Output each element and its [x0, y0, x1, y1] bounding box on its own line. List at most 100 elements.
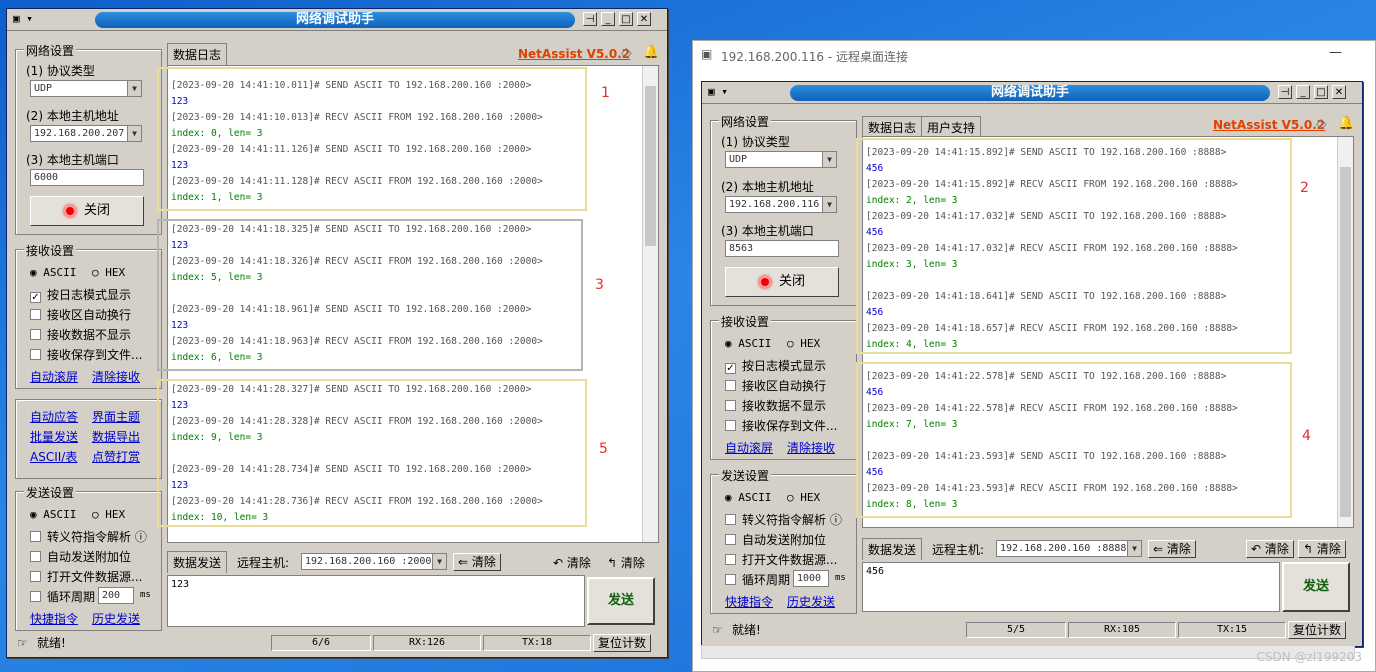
- history-send-link[interactable]: 历史发送: [92, 610, 140, 627]
- cycle-input[interactable]: 200: [98, 587, 134, 604]
- recv-log-mode-checkbox[interactable]: ✓ 按日志模式显示: [725, 357, 826, 374]
- send-hex-radio[interactable]: ○ HEX: [787, 491, 820, 504]
- cycle-input[interactable]: 1000: [793, 570, 829, 587]
- remote-host-select[interactable]: 192.168.200.160 :8888 ▼: [996, 540, 1142, 557]
- remote-host-value: 192.168.200.160 :8888: [1000, 543, 1127, 554]
- clear-remote-button[interactable]: ⇐ 清除: [453, 553, 501, 571]
- recv-save-file-checkbox[interactable]: 接收保存到文件...: [30, 346, 142, 363]
- recv-ascii-radio[interactable]: ◉ ASCII: [725, 337, 771, 350]
- clear-send-button[interactable]: ↰ 清除: [1298, 540, 1346, 558]
- recv-ascii-radio[interactable]: ◉ ASCII: [30, 266, 76, 279]
- minimize-icon[interactable]: _: [1296, 85, 1310, 99]
- close-icon[interactable]: ✕: [1332, 85, 1346, 99]
- highlight-box: [856, 138, 1292, 354]
- check-icon: ✓: [30, 292, 41, 303]
- bell-icon[interactable]: 🔔: [643, 45, 659, 60]
- recv-hide-checkbox[interactable]: 接收数据不显示: [30, 326, 131, 343]
- tab-data-send[interactable]: 数据发送: [862, 538, 923, 560]
- cycle-checkbox[interactable]: 循环周期: [725, 571, 790, 588]
- checkbox-label: 接收数据不显示: [47, 328, 132, 342]
- local-ip-select[interactable]: 192.168.200.207 ▼: [30, 125, 142, 142]
- recv-hide-checkbox[interactable]: 接收数据不显示: [725, 397, 826, 414]
- file-source-checkbox[interactable]: 打开文件数据源...: [725, 551, 837, 568]
- send-ascii-radio[interactable]: ◉ ASCII: [725, 491, 771, 504]
- ascii-table-link[interactable]: ASCII/表: [30, 448, 77, 465]
- quick-cmd-link[interactable]: 快捷指令: [725, 593, 773, 610]
- tx-count: TX:18: [483, 635, 591, 651]
- remote-host-select[interactable]: 192.168.200.160 :2000 ▼: [301, 553, 447, 570]
- send-input[interactable]: 123: [167, 575, 585, 627]
- data-export-link[interactable]: 数据导出: [92, 428, 140, 445]
- donate-link[interactable]: 点赞打赏: [92, 448, 140, 465]
- pin-icon[interactable]: ⊣: [583, 12, 597, 26]
- log-scrollbar[interactable]: [642, 66, 658, 542]
- recv-wrap-checkbox[interactable]: 接收区自动换行: [725, 377, 826, 394]
- brand-link[interactable]: NetAssist V5.0.2: [518, 47, 630, 61]
- protocol-select[interactable]: UDP ▼: [725, 151, 837, 168]
- protocol-value: UDP: [729, 154, 748, 165]
- recv-hex-radio[interactable]: ○ HEX: [92, 266, 125, 279]
- protocol-select[interactable]: UDP ▼: [30, 80, 142, 97]
- tab-data-log[interactable]: 数据日志: [167, 43, 228, 65]
- clear-recv-button[interactable]: ↶ 清除: [553, 554, 591, 571]
- log-scrollbar[interactable]: [1337, 137, 1353, 527]
- scroll-thumb[interactable]: [645, 86, 656, 246]
- auto-scroll-link[interactable]: 自动滚屏: [725, 439, 773, 456]
- recv-wrap-checkbox[interactable]: 接收区自动换行: [30, 306, 131, 323]
- maximize-icon[interactable]: □: [1314, 85, 1328, 99]
- recv-save-file-checkbox[interactable]: 接收保存到文件...: [725, 417, 837, 434]
- maximize-icon[interactable]: □: [619, 12, 633, 26]
- tab-data-log[interactable]: 数据日志: [862, 116, 923, 138]
- escape-parse-checkbox[interactable]: 转义符指令解析 ⓘ: [30, 528, 147, 545]
- minimize-icon[interactable]: —: [1329, 45, 1342, 60]
- theme-link[interactable]: 界面主题: [92, 408, 140, 425]
- brand-link[interactable]: NetAssist V5.0.2: [1213, 118, 1325, 132]
- clear-recv-button[interactable]: ↶ 清除: [1246, 540, 1294, 558]
- local-port-input[interactable]: 6000: [30, 169, 144, 186]
- send-button[interactable]: 发送: [1282, 562, 1350, 612]
- app-menu-icon[interactable]: ▣ ▾: [13, 12, 33, 25]
- local-ip-select[interactable]: 192.168.200.116 ▼: [725, 196, 837, 213]
- close-connection-button[interactable]: 关闭: [725, 267, 839, 297]
- info-icon[interactable]: ⓘ: [830, 513, 842, 527]
- quick-cmd-link[interactable]: 快捷指令: [30, 610, 78, 627]
- title-bar: ▣ ▾ 网络调试助手 ⊣ _ □ ✕: [702, 82, 1362, 104]
- history-send-link[interactable]: 历史发送: [787, 593, 835, 610]
- tab-data-send[interactable]: 数据发送: [167, 551, 228, 573]
- file-source-checkbox[interactable]: 打开文件数据源...: [30, 568, 142, 585]
- clear-remote-button[interactable]: ⇐ 清除: [1148, 540, 1196, 558]
- info-icon[interactable]: ⓘ: [135, 530, 147, 544]
- cycle-checkbox[interactable]: 循环周期: [30, 588, 95, 605]
- window-title: 网络调试助手: [790, 85, 1270, 101]
- clear-recv-link[interactable]: 清除接收: [787, 439, 835, 456]
- pin-icon[interactable]: ⊣: [1278, 85, 1292, 99]
- close-connection-button[interactable]: 关闭: [30, 196, 144, 226]
- clear-recv-link[interactable]: 清除接收: [92, 368, 140, 385]
- auto-scroll-link[interactable]: 自动滚屏: [30, 368, 78, 385]
- diamond-icon[interactable]: ◇: [1316, 116, 1327, 132]
- app-menu-icon[interactable]: ▣ ▾: [708, 85, 728, 98]
- close-icon[interactable]: ✕: [637, 12, 651, 26]
- batch-send-link[interactable]: 批量发送: [30, 428, 78, 445]
- diamond-icon[interactable]: ◇: [621, 45, 632, 61]
- scroll-thumb[interactable]: [1340, 167, 1351, 517]
- send-input[interactable]: 456: [862, 562, 1280, 612]
- reset-count-button[interactable]: 复位计数: [593, 634, 652, 652]
- button-label: 清除: [566, 556, 591, 570]
- tab-user-support[interactable]: 用户支持: [921, 116, 982, 138]
- recv-hex-radio[interactable]: ○ HEX: [787, 337, 820, 350]
- reset-count-button[interactable]: 复位计数: [1288, 621, 1347, 639]
- minimize-icon[interactable]: _: [601, 12, 615, 26]
- auto-reply-link[interactable]: 自动应答: [30, 408, 78, 425]
- clear-send-button[interactable]: ↰ 清除: [607, 554, 645, 571]
- send-hex-radio[interactable]: ○ HEX: [92, 508, 125, 521]
- escape-parse-checkbox[interactable]: 转义符指令解析 ⓘ: [725, 511, 842, 528]
- button-label: 清除: [1264, 542, 1289, 556]
- send-ascii-radio[interactable]: ◉ ASCII: [30, 508, 76, 521]
- local-port-input[interactable]: 8563: [725, 240, 839, 257]
- bell-icon[interactable]: 🔔: [1338, 116, 1354, 131]
- recv-log-mode-checkbox[interactable]: ✓ 按日志模式显示: [30, 286, 131, 303]
- send-button[interactable]: 发送: [587, 577, 655, 625]
- auto-append-checkbox[interactable]: 自动发送附加位: [725, 531, 826, 548]
- auto-append-checkbox[interactable]: 自动发送附加位: [30, 548, 131, 565]
